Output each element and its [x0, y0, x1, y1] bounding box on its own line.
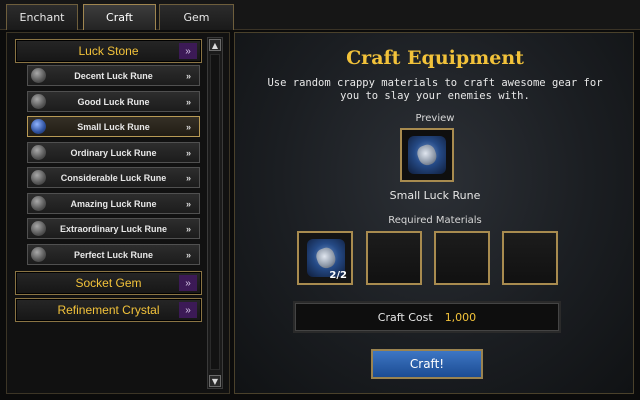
- description-text: Use random crappy materials to craft awe…: [267, 77, 603, 102]
- material-quantity: 2/2: [329, 270, 347, 281]
- rune-icon: [31, 145, 46, 160]
- chevron-right-icon: »: [179, 43, 197, 59]
- list-item-considerable-luck-rune[interactable]: Considerable Luck Rune »: [27, 167, 200, 188]
- rune-icon: [31, 94, 46, 109]
- tab-enchant[interactable]: Enchant: [6, 4, 78, 30]
- category-luck-stone[interactable]: Luck Stone »: [15, 39, 202, 63]
- craft-button[interactable]: Craft!: [371, 349, 483, 379]
- material-slot[interactable]: [502, 231, 558, 285]
- preview-slot[interactable]: [400, 128, 454, 182]
- material-slot[interactable]: 2/2: [297, 231, 353, 285]
- list-item-amazing-luck-rune[interactable]: Amazing Luck Rune »: [27, 193, 200, 214]
- list-item-label: Amazing Luck Rune: [70, 198, 157, 209]
- list-item-label: Extraordinary Luck Rune: [59, 223, 168, 234]
- craft-panel: Craft Equipment Use random crappy materi…: [234, 32, 634, 394]
- category-socket-gem[interactable]: Socket Gem »: [15, 271, 202, 295]
- category-label: Socket Gem: [75, 276, 142, 290]
- list-item-label: Good Luck Rune: [77, 96, 150, 107]
- chevron-right-icon: »: [185, 172, 191, 183]
- chevron-right-icon: »: [185, 198, 191, 209]
- list-item-ordinary-luck-rune[interactable]: Ordinary Luck Rune »: [27, 142, 200, 163]
- craft-cost-value: 1,000: [444, 310, 477, 324]
- list-item-label: Perfect Luck Rune: [73, 249, 154, 260]
- rune-icon: [31, 119, 46, 134]
- page-title: Craft Equipment: [346, 47, 524, 69]
- rune-icon: [31, 196, 46, 211]
- material-slot[interactable]: [434, 231, 490, 285]
- list-item-small-luck-rune[interactable]: Small Luck Rune »: [27, 116, 200, 137]
- scroll-down-button[interactable]: ▼: [209, 375, 221, 387]
- scroll-up-button[interactable]: ▲: [209, 39, 221, 51]
- scroll-track[interactable]: [210, 54, 220, 370]
- preview-label: Preview: [415, 113, 455, 124]
- list-item-decent-luck-rune[interactable]: Decent Luck Rune »: [27, 65, 200, 86]
- list-item-extraordinary-luck-rune[interactable]: Extraordinary Luck Rune »: [27, 218, 200, 239]
- scrollbar[interactable]: ▲ ▼: [207, 37, 223, 389]
- chevron-right-icon: »: [185, 249, 191, 260]
- tab-gem[interactable]: Gem: [159, 4, 234, 30]
- chevron-right-icon: »: [179, 302, 197, 318]
- preview-item-name: Small Luck Rune: [389, 189, 481, 202]
- tab-craft[interactable]: Craft: [83, 4, 156, 30]
- list-item-perfect-luck-rune[interactable]: Perfect Luck Rune »: [27, 244, 200, 265]
- chevron-right-icon: »: [179, 275, 197, 291]
- category-label: Luck Stone: [78, 44, 139, 58]
- material-slot[interactable]: [366, 231, 422, 285]
- list-item-label: Decent Luck Rune: [74, 70, 153, 81]
- rune-icon: [31, 68, 46, 83]
- category-refinement-crystal[interactable]: Refinement Crystal »: [15, 298, 202, 322]
- required-materials-label: Required Materials: [388, 215, 482, 226]
- rune-icon: [31, 221, 46, 236]
- craft-cost-label: Craft Cost: [377, 310, 433, 324]
- list-item-good-luck-rune[interactable]: Good Luck Rune »: [27, 91, 200, 112]
- list-item-label: Considerable Luck Rune: [60, 172, 167, 183]
- rune-icon: [31, 170, 46, 185]
- chevron-right-icon: »: [185, 147, 191, 158]
- category-label: Refinement Crystal: [57, 303, 160, 317]
- tab-bar: Enchant Craft Gem: [0, 0, 640, 30]
- chevron-right-icon: »: [185, 96, 191, 107]
- craft-cost-box: Craft Cost 1,000: [293, 301, 561, 333]
- rune-icon: [31, 247, 46, 262]
- chevron-right-icon: »: [185, 70, 191, 81]
- recipe-list-panel: Luck Stone » Decent Luck Rune » Good Luc…: [6, 32, 230, 394]
- chevron-right-icon: »: [185, 223, 191, 234]
- chevron-right-icon: »: [185, 121, 191, 132]
- list-item-label: Small Luck Rune: [77, 121, 150, 132]
- list-item-label: Ordinary Luck Rune: [70, 147, 157, 158]
- rune-icon: [408, 136, 446, 174]
